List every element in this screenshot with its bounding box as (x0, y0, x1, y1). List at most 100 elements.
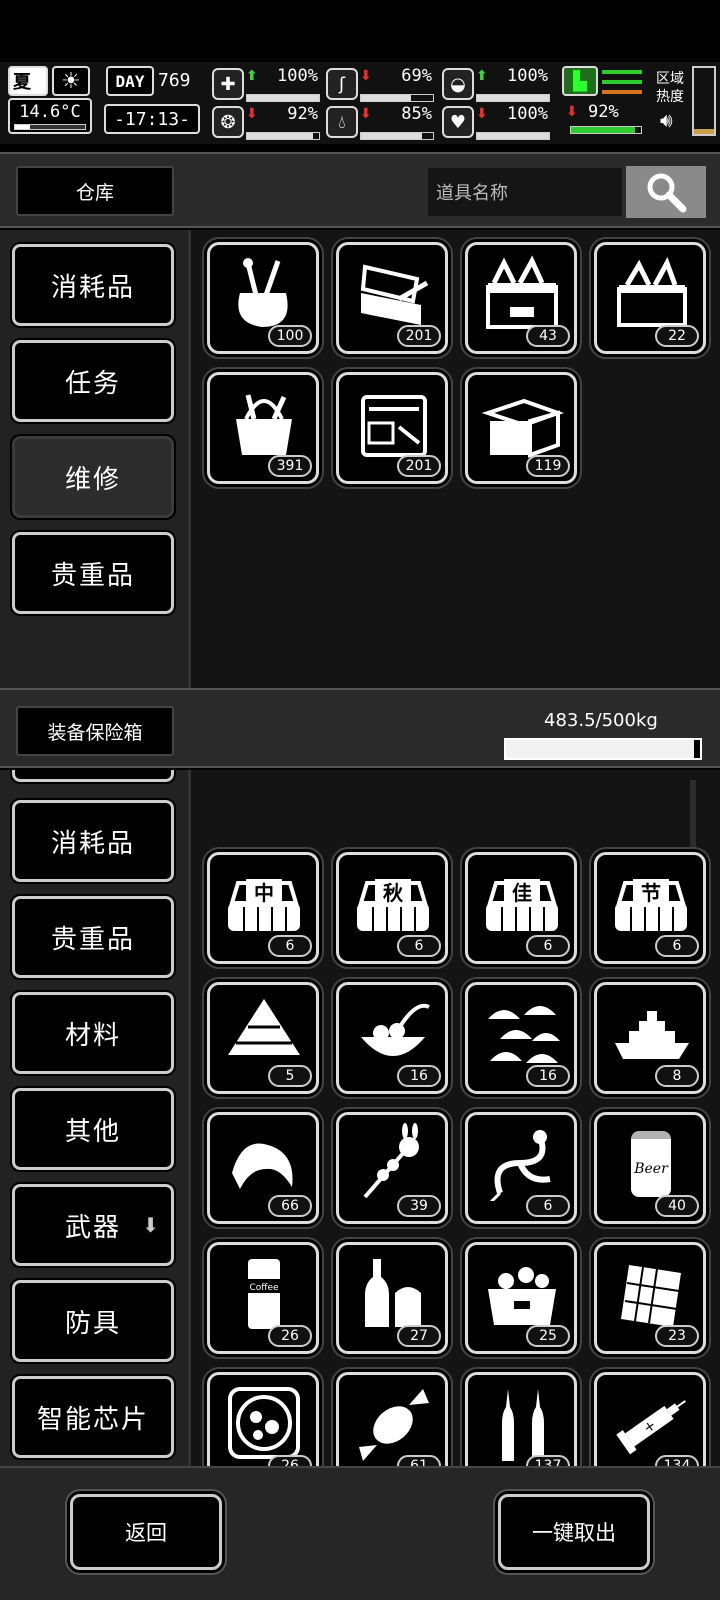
mooncake-jie-icon: 节 (609, 863, 693, 941)
coffee-can-icon: Coffee (222, 1253, 306, 1331)
item-slot[interactable]: 100 (207, 242, 319, 354)
tab-safe_box-tabs-1[interactable]: 贵重品 (10, 894, 176, 980)
tab-label: 智能芯片 (36, 1404, 149, 1435)
item-count: 39 (397, 1195, 441, 1217)
footer-bar: 返回 一键取出 (0, 1466, 720, 1600)
tab-safe_box-tabs-3[interactable]: 其他 (10, 1086, 176, 1172)
item-slot[interactable]: 22 (594, 242, 706, 354)
tab-safe_box-tabs-4[interactable]: 武器 ⬇ (10, 1182, 176, 1268)
warehouse-tabs: 消耗品任务维修贵重品 (0, 230, 188, 688)
hotpot-icon (222, 1383, 306, 1461)
search-input[interactable]: 道具名称 (426, 166, 624, 218)
item-slot[interactable]: +134 (594, 1372, 706, 1466)
item-count: 5 (268, 1065, 312, 1087)
tab-label: 维修 (64, 464, 121, 495)
tab-safe_box-tabs-0[interactable]: 消耗品 (10, 798, 176, 884)
item-count: 43 (526, 325, 570, 347)
tab-label: 消耗品 (50, 272, 135, 303)
speaker-icon[interactable]: 🔊︎ (660, 108, 673, 132)
stat-value: 100% (507, 66, 548, 86)
item-slot[interactable]: 201 (336, 372, 448, 484)
item-slot[interactable]: 16 (465, 982, 577, 1094)
tab-label: 其他 (64, 1116, 121, 1147)
food-box-icon (480, 1253, 564, 1331)
item-slot[interactable]: 27 (336, 1242, 448, 1354)
tab-warehouse-tabs-1[interactable]: 任务 (10, 338, 176, 424)
item-count: 40 (655, 1195, 699, 1217)
take-all-button[interactable]: 一键取出 (498, 1494, 650, 1570)
warehouse-header: 仓库 道具名称 (0, 152, 720, 228)
brain-icon: ❂ (212, 106, 244, 138)
item-slot[interactable]: Beer 40 (594, 1112, 706, 1224)
svg-text:Coffee: Coffee (249, 1283, 279, 1293)
water-drop-icon: 💧︎ (326, 106, 358, 138)
item-slot[interactable]: 5 (207, 982, 319, 1094)
temperature-value: 14.6°C (19, 102, 81, 122)
trend-arrow-icon: ⬇ (246, 106, 258, 122)
ship-icon (609, 993, 693, 1071)
item-slot[interactable]: 节6 (594, 852, 706, 964)
ampoule-icon (480, 1383, 564, 1461)
item-slot[interactable]: 391 (207, 372, 319, 484)
item-slot[interactable]: 16 (336, 982, 448, 1094)
stomach-icon: ʃ (326, 68, 358, 100)
item-slot[interactable]: 43 (465, 242, 577, 354)
item-count: 201 (397, 325, 441, 347)
search-icon (647, 173, 687, 213)
item-slot[interactable]: 201 (336, 242, 448, 354)
item-slot[interactable]: 26 (207, 1372, 319, 1466)
svg-text:秋: 秋 (383, 881, 404, 905)
stat-bar (360, 132, 434, 140)
tab-safe_box-tabs-6[interactable]: 智能芯片 (10, 1374, 176, 1460)
item-slot[interactable]: 137 (465, 1372, 577, 1466)
item-count: 391 (268, 455, 312, 477)
tab-warehouse-tabs-0[interactable]: 消耗品 (10, 242, 176, 328)
stamina-value: 92% (588, 102, 619, 122)
tab-warehouse-tabs-3[interactable]: 贵重品 (10, 530, 176, 616)
item-count: 66 (268, 1195, 312, 1217)
boot-icon: ▙ (562, 66, 598, 96)
item-slot[interactable]: 39 (336, 1112, 448, 1224)
search-button[interactable] (626, 166, 706, 218)
tab-partial-hidden[interactable] (10, 770, 176, 784)
item-slot[interactable]: 佳6 (465, 852, 577, 964)
clock-text: -17:13- (114, 108, 190, 130)
tab-safe_box-tabs-2[interactable]: 材料 (10, 990, 176, 1076)
item-slot[interactable]: 25 (465, 1242, 577, 1354)
region-heat-meter (692, 66, 716, 136)
stat-health: ✚ ⬆ 100% (212, 66, 320, 104)
chocolate-bar-icon (609, 1253, 693, 1331)
item-slot[interactable]: 119 (465, 372, 577, 484)
warehouse-title-text: 仓库 (75, 181, 114, 204)
item-slot[interactable]: Coffee 26 (207, 1242, 319, 1354)
item-slot[interactable]: 66 (207, 1112, 319, 1224)
clock: -17:13- (104, 104, 200, 134)
tab-label: 防具 (64, 1308, 121, 1339)
trend-arrow-icon: ⬇ (360, 106, 372, 122)
back-button[interactable]: 返回 (70, 1494, 222, 1570)
tab-warehouse-tabs-2[interactable]: 维修 (10, 434, 176, 520)
dragon-sugar-painting-icon (480, 1123, 564, 1205)
stat-value: 100% (507, 104, 548, 124)
item-slot[interactable]: 23 (594, 1242, 706, 1354)
item-slot[interactable]: 6 (465, 1112, 577, 1224)
item-count: 61 (397, 1455, 441, 1466)
item-slot[interactable]: 秋6 (336, 852, 448, 964)
trend-arrow-icon: ⬆ (246, 68, 258, 84)
stat-mood: ♥ ⬇ 100% (442, 104, 550, 142)
item-slot[interactable]: 8 (594, 982, 706, 1094)
safe-box-tabs: 消耗品贵重品材料其他武器 ⬇ 防具智能芯片 (0, 770, 188, 1466)
item-count: 119 (526, 455, 570, 477)
stat-value: 85% (401, 104, 432, 124)
cantilever-toolbox-icon (480, 383, 565, 461)
scrollbar[interactable] (690, 780, 696, 860)
large-toolbox-icon (480, 253, 564, 331)
stat-bar (246, 132, 320, 140)
tab-label: 武器 (64, 1212, 121, 1243)
item-slot[interactable]: 61 (336, 1372, 448, 1466)
svg-text:中: 中 (254, 881, 274, 905)
stat-hunger: ʃ ⬇ 69% (326, 66, 434, 104)
tab-safe_box-tabs-5[interactable]: 防具 (10, 1278, 176, 1364)
item-slot[interactable]: 中6 (207, 852, 319, 964)
pill-icon: ◒ (442, 68, 474, 100)
